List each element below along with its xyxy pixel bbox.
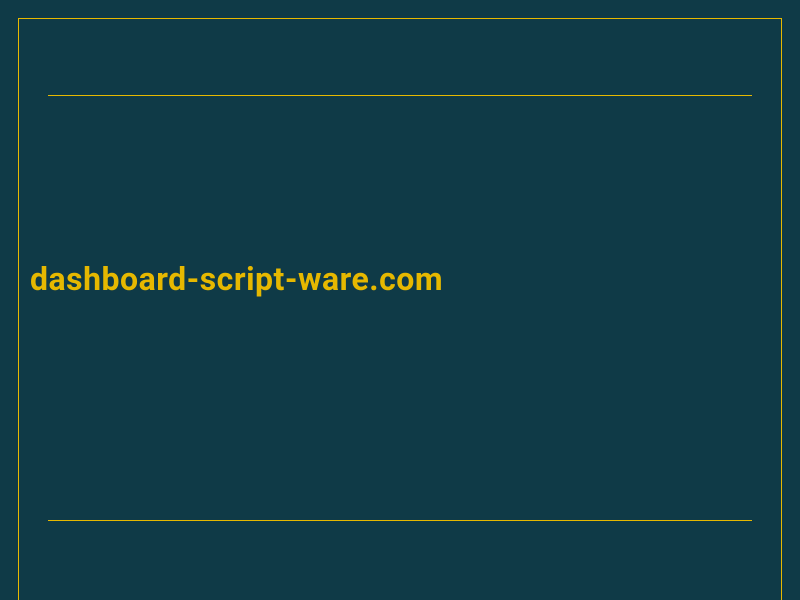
divider-bottom <box>48 520 752 521</box>
divider-top <box>48 95 752 96</box>
outer-border-frame <box>18 18 782 600</box>
domain-title: dashboard-script-ware.com <box>30 260 443 298</box>
